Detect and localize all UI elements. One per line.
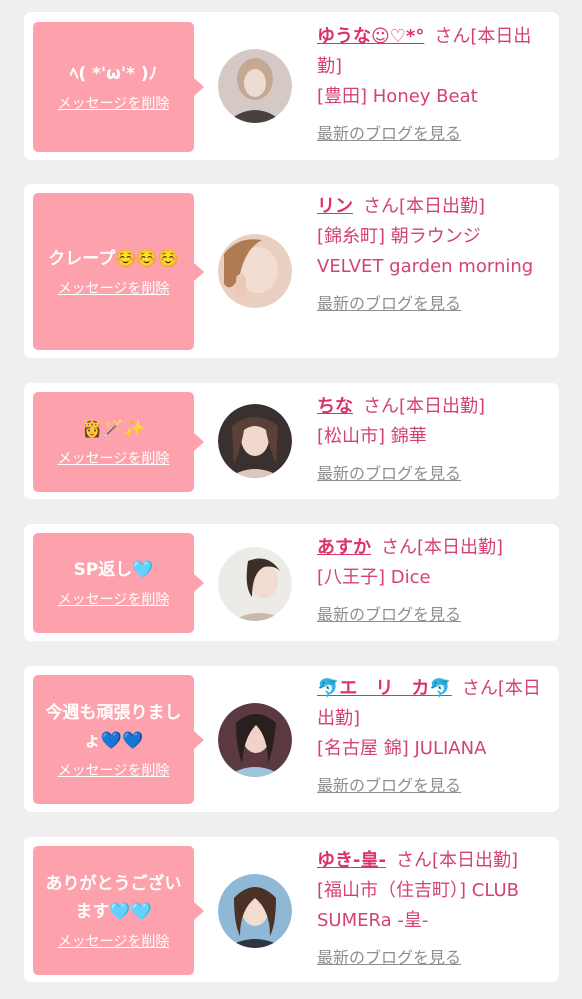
sender-info: あすか さん[本日出勤] [八王子] Dice 最新のブログを見る bbox=[317, 533, 549, 627]
sender-name-link[interactable]: ゆき-皇- bbox=[317, 850, 386, 871]
message-bubble: クレープ☺️☺️☺️ メッセージを削除 bbox=[33, 193, 204, 350]
sender-info: ゆうな☺︎♡*° さん[本日出勤] [豊田] Honey Beat 最新のブログを… bbox=[317, 22, 549, 146]
honorific-suffix: さん bbox=[363, 396, 399, 417]
sender-info: ちな さん[本日出勤] [松山市] 錦華 最新のブログを見る bbox=[317, 392, 549, 486]
message-card: ありがとうございます🩵🩵 メッセージを削除 ゆき-皇- さん[本日出勤] [福山市… bbox=[24, 837, 559, 982]
latest-blog-link[interactable]: 最新のブログを見る bbox=[317, 603, 461, 627]
message-bubble: ﾍ( *'ω'* )ﾉ メッセージを削除 bbox=[33, 22, 204, 152]
sender-name-link[interactable]: 🐬エ リ カ🐬 bbox=[317, 678, 452, 699]
honorific-suffix: さん bbox=[381, 537, 417, 558]
message-text: クレープ☺️☺️☺️ bbox=[48, 248, 179, 269]
message-card: SP返し🩵 メッセージを削除 あすか さん[本日出勤] [八王子] Dice 最新… bbox=[24, 524, 559, 641]
store-location: [松山市] 錦華 bbox=[317, 426, 427, 447]
sender-name-link[interactable]: ゆうな☺︎♡*° bbox=[317, 26, 424, 47]
message-text: ﾍ( *'ω'* )ﾉ bbox=[69, 64, 158, 84]
delete-message-link[interactable]: メッセージを削除 bbox=[58, 94, 170, 114]
message-bubble: SP返し🩵 メッセージを削除 bbox=[33, 533, 204, 633]
message-card: クレープ☺️☺️☺️ メッセージを削除 リン さん[本日出勤] [錦糸町] 朝ラウ… bbox=[24, 184, 559, 358]
message-text: 👸🪄✨ bbox=[81, 419, 146, 439]
store-location: [錦糸町] 朝ラウンジ VELVET garden morning bbox=[317, 226, 534, 277]
shift-status: [本日出勤] bbox=[399, 396, 486, 417]
message-list: ﾍ( *'ω'* )ﾉ メッセージを削除 ゆうな☺︎♡*° さん[本日出勤] [豊… bbox=[0, 0, 582, 999]
message-bubble: 👸🪄✨ メッセージを削除 bbox=[33, 392, 204, 492]
delete-message-link[interactable]: メッセージを削除 bbox=[58, 761, 170, 781]
honorific-suffix: さん bbox=[395, 850, 432, 871]
honorific-suffix: さん bbox=[363, 196, 399, 217]
honorific-suffix: さん bbox=[434, 26, 471, 47]
latest-blog-link[interactable]: 最新のブログを見る bbox=[317, 462, 461, 486]
message-card: ﾍ( *'ω'* )ﾉ メッセージを削除 ゆうな☺︎♡*° さん[本日出勤] [豊… bbox=[24, 12, 559, 160]
avatar-photo[interactable] bbox=[218, 49, 292, 123]
store-location: [名古屋 錦] JULIANA bbox=[317, 738, 487, 759]
delete-message-link[interactable]: メッセージを削除 bbox=[58, 449, 170, 469]
avatar-photo[interactable] bbox=[218, 234, 292, 308]
sender-info: リン さん[本日出勤] [錦糸町] 朝ラウンジ VELVET garden mor… bbox=[317, 192, 549, 316]
sender-name-link[interactable]: ちな bbox=[317, 396, 353, 417]
message-bubble: ありがとうございます🩵🩵 メッセージを削除 bbox=[33, 846, 204, 975]
avatar-photo[interactable] bbox=[218, 874, 292, 948]
delete-message-link[interactable]: メッセージを削除 bbox=[58, 590, 170, 610]
message-bubble: 今週も頑張りましょ💙💙 メッセージを削除 bbox=[33, 675, 204, 804]
avatar-photo[interactable] bbox=[218, 404, 292, 478]
latest-blog-link[interactable]: 最新のブログを見る bbox=[317, 946, 461, 970]
message-text: ありがとうございます🩵🩵 bbox=[45, 873, 182, 922]
avatar-photo[interactable] bbox=[218, 547, 292, 621]
sender-name-link[interactable]: あすか bbox=[317, 537, 371, 558]
delete-message-link[interactable]: メッセージを削除 bbox=[58, 932, 170, 952]
delete-message-link[interactable]: メッセージを削除 bbox=[58, 279, 170, 299]
avatar-photo[interactable] bbox=[218, 703, 292, 777]
sender-info: 🐬エ リ カ🐬 さん[本日出勤] [名古屋 錦] JULIANA 最新のブログを見… bbox=[317, 674, 549, 798]
latest-blog-link[interactable]: 最新のブログを見る bbox=[317, 292, 461, 316]
message-text: 今週も頑張りましょ💙💙 bbox=[45, 702, 182, 751]
sender-info: ゆき-皇- さん[本日出勤] [福山市（住吉町）] CLUB SUMERa -皇-… bbox=[317, 846, 549, 970]
store-location: [八王子] Dice bbox=[317, 567, 431, 588]
shift-status: [本日出勤] bbox=[399, 196, 486, 217]
latest-blog-link[interactable]: 最新のブログを見る bbox=[317, 774, 461, 798]
latest-blog-link[interactable]: 最新のブログを見る bbox=[317, 122, 461, 146]
shift-status: [本日出勤] bbox=[417, 537, 504, 558]
sender-name-link[interactable]: リン bbox=[317, 196, 353, 217]
store-location: [豊田] Honey Beat bbox=[317, 86, 478, 107]
message-card: 👸🪄✨ メッセージを削除 ちな さん[本日出勤] [松山市] 錦華 最新のブログを… bbox=[24, 383, 559, 499]
message-text: SP返し🩵 bbox=[73, 560, 154, 580]
store-location: [福山市（住吉町）] CLUB SUMERa -皇- bbox=[317, 880, 519, 931]
honorific-suffix: さん bbox=[461, 678, 498, 699]
shift-status: [本日出勤] bbox=[431, 850, 518, 871]
message-card: 今週も頑張りましょ💙💙 メッセージを削除 🐬エ リ カ🐬 さん[本日出勤] [名古… bbox=[24, 666, 559, 812]
